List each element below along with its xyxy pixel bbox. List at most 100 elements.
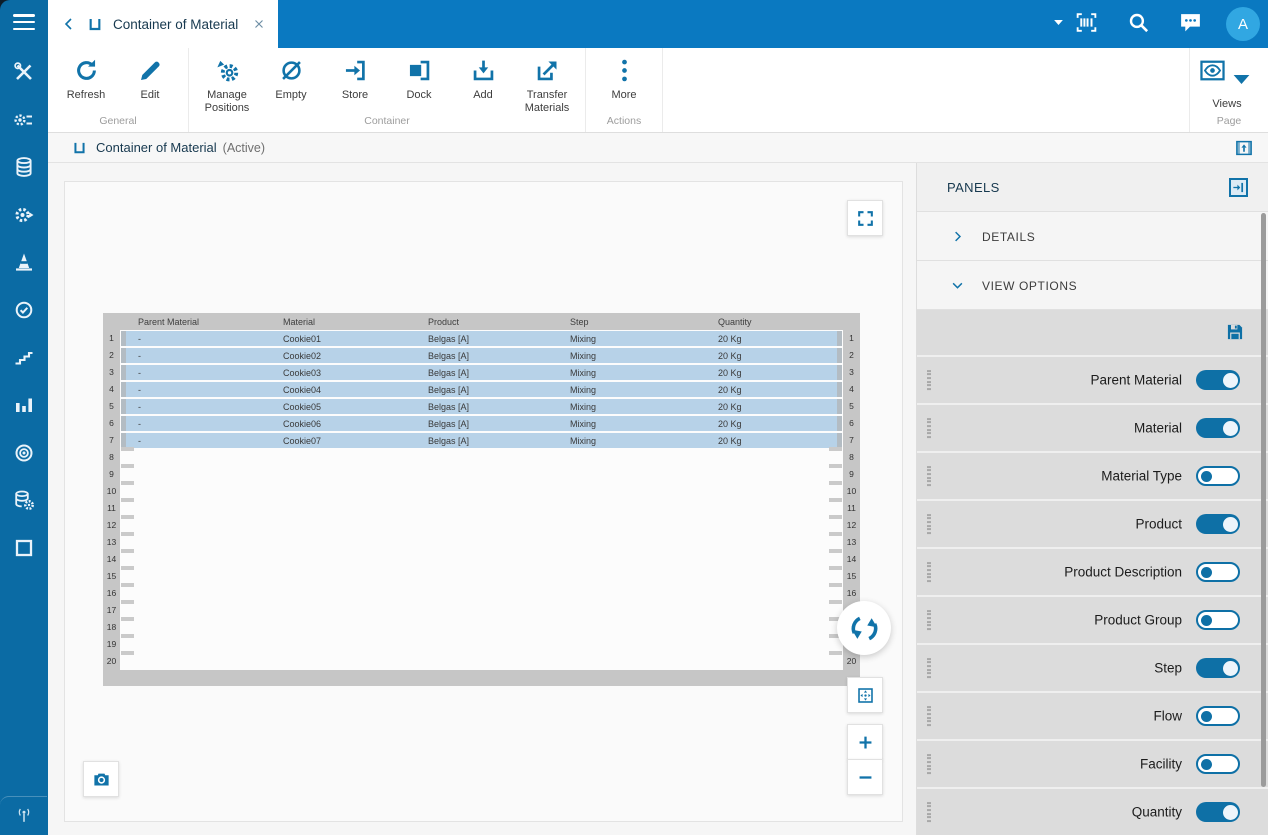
zoom-in-button[interactable] (847, 724, 883, 760)
fullscreen-button[interactable] (847, 200, 883, 236)
collapse-panel-button[interactable] (1229, 178, 1248, 197)
table-slot-11[interactable] (120, 498, 843, 517)
material-row[interactable]: - Cookie06 Belgas [A] Mixing 20 Kg (121, 416, 842, 431)
camera-snapshot-button[interactable] (83, 761, 119, 797)
table-slot-16[interactable] (120, 583, 843, 602)
manage-positions-button[interactable]: Manage Positions (195, 53, 259, 115)
table-row-3: - Cookie03 Belgas [A] Mixing 20 Kg (120, 364, 843, 381)
steps-icon (12, 346, 36, 370)
sidebar-item-cone[interactable] (12, 250, 36, 274)
table-slot-13[interactable] (120, 532, 843, 551)
table-slot-18[interactable] (120, 617, 843, 636)
panel-scrollbar[interactable] (1261, 213, 1266, 787)
hamburger-menu-icon[interactable] (13, 14, 35, 31)
drag-handle[interactable] (927, 512, 931, 536)
chat-button[interactable] (1178, 10, 1203, 38)
toggle-flow[interactable] (1196, 706, 1240, 726)
sidebar-item-target[interactable] (12, 441, 36, 465)
sidebar-item-data-gear[interactable] (12, 488, 36, 512)
rotate-view-button[interactable] (837, 601, 891, 655)
avatar[interactable]: A (1226, 7, 1260, 41)
antenna-icon (14, 806, 34, 826)
cell-material: Cookie03 (283, 368, 322, 378)
material-row[interactable]: - Cookie05 Belgas [A] Mixing 20 Kg (121, 399, 842, 414)
table-slot-9[interactable] (120, 464, 843, 483)
cell-product: Belgas [A] (428, 334, 470, 344)
toggle-material-type[interactable] (1196, 466, 1240, 486)
drag-handle[interactable] (927, 416, 931, 440)
dock-button[interactable]: Dock (387, 53, 451, 115)
material-row[interactable]: - Cookie04 Belgas [A] Mixing 20 Kg (121, 382, 842, 397)
container-canvas[interactable]: Parent Material Material Product Step Quanti… (64, 181, 903, 822)
toggle-quantity[interactable] (1196, 802, 1240, 822)
table-slot-15[interactable] (120, 566, 843, 585)
drag-handle[interactable] (927, 368, 931, 392)
table-slot-17[interactable] (120, 600, 843, 619)
search-button[interactable] (1126, 10, 1151, 38)
sidebar-item-tools[interactable] (12, 60, 36, 84)
automation-icon (12, 203, 36, 227)
toggle-product-description[interactable] (1196, 562, 1240, 582)
row-edge (121, 382, 126, 397)
drag-handle[interactable] (927, 704, 931, 728)
material-row[interactable]: - Cookie02 Belgas [A] Mixing 20 Kg (121, 348, 842, 363)
fit-view-button[interactable] (847, 677, 883, 713)
row-edge (837, 365, 842, 380)
view-option-row-material-type: Material Type (917, 453, 1268, 501)
drag-handle[interactable] (927, 752, 931, 776)
sidebar-item-steps[interactable] (12, 346, 36, 370)
material-row[interactable]: - Cookie07 Belgas [A] Mixing 20 Kg (121, 433, 842, 448)
add-button[interactable]: Add (451, 53, 515, 115)
views-button[interactable]: Views (1198, 53, 1256, 111)
transfer-materials-button[interactable]: Transfer Materials (515, 53, 579, 115)
table-slot-20[interactable] (120, 651, 843, 670)
toggle-material[interactable] (1196, 418, 1240, 438)
empty-button[interactable]: Empty (259, 53, 323, 115)
toggle-step[interactable] (1196, 658, 1240, 678)
position-tick (829, 481, 842, 485)
toggle-parent-material[interactable] (1196, 370, 1240, 390)
toggle-facility[interactable] (1196, 754, 1240, 774)
edit-button[interactable]: Edit (118, 53, 182, 102)
section-view-options[interactable]: VIEW OPTIONS (917, 260, 1268, 310)
drag-handle[interactable] (927, 608, 931, 632)
toggle-product-group[interactable] (1196, 610, 1240, 630)
table-slot-8[interactable] (120, 447, 843, 466)
sidebar-item-container[interactable] (12, 536, 36, 560)
material-row[interactable]: - Cookie01 Belgas [A] Mixing 20 Kg (121, 331, 842, 346)
cell-step: Mixing (570, 385, 597, 395)
table-slot-12[interactable] (120, 515, 843, 534)
sidebar-item-bar-chart[interactable] (12, 393, 36, 417)
table-slot-19[interactable] (120, 634, 843, 653)
barcode-scan-button[interactable] (1074, 10, 1099, 38)
sidebar-item-database[interactable] (12, 155, 36, 179)
zoom-out-button[interactable] (847, 759, 883, 795)
sidebar-item-process[interactable] (12, 108, 36, 132)
button-label: More (611, 89, 637, 101)
row-number-left: 12 (106, 520, 117, 530)
view-option-row-flow: Flow (917, 693, 1268, 741)
position-tick (829, 532, 842, 536)
drag-handle[interactable] (927, 800, 931, 824)
store-button[interactable]: Store (323, 53, 387, 115)
position-tick (829, 566, 842, 570)
save-view-options-button[interactable] (1225, 322, 1245, 342)
drag-handle[interactable] (927, 464, 931, 488)
table-slot-10[interactable] (120, 481, 843, 500)
fit-view-icon (856, 686, 875, 705)
drag-handle[interactable] (927, 560, 931, 584)
refresh-button[interactable]: Refresh (54, 53, 118, 102)
button-label: Empty (275, 89, 307, 101)
sidebar-item-clock-check[interactable] (12, 298, 36, 322)
tab-container-of-material[interactable]: Container of Material (48, 0, 278, 48)
toggle-product[interactable] (1196, 514, 1240, 534)
sidebar-item-automation[interactable] (12, 203, 36, 227)
row-number-right: 15 (846, 571, 857, 581)
drag-handle[interactable] (927, 656, 931, 680)
expand-window-button[interactable] (1235, 139, 1253, 157)
material-row[interactable]: - Cookie03 Belgas [A] Mixing 20 Kg (121, 365, 842, 380)
more-button[interactable]: More (592, 53, 656, 102)
table-slot-14[interactable] (120, 549, 843, 568)
dropdown-button[interactable] (1051, 15, 1066, 33)
section-details[interactable]: DETAILS (917, 211, 1268, 261)
